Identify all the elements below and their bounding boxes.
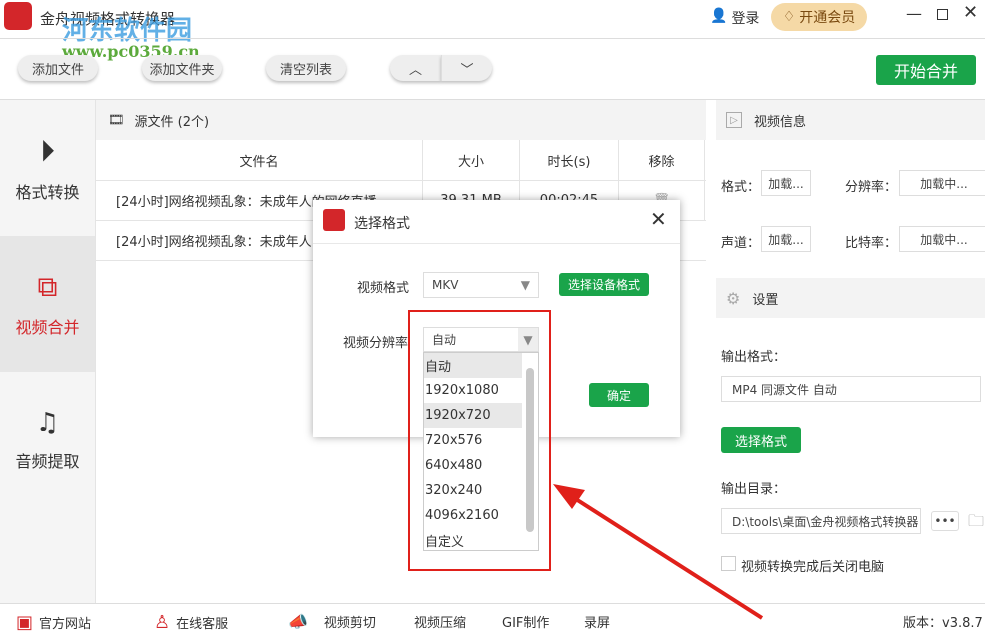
annotation-arrow bbox=[553, 484, 764, 620]
